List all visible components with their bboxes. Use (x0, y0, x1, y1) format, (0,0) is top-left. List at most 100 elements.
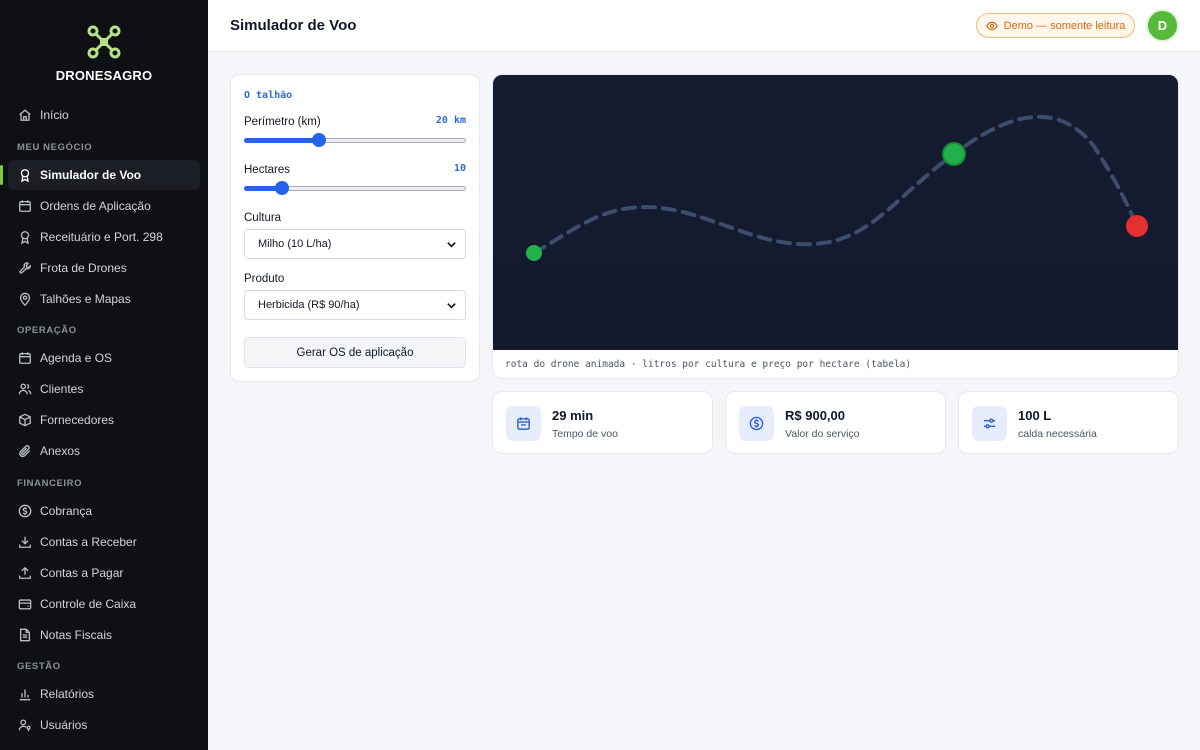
sidebar: DRONESAGRO Início MEU NEGÓCIO Simulador … (0, 0, 208, 750)
users-icon (18, 382, 32, 396)
panel-heading: O talhão (244, 90, 293, 101)
demo-badge-label: Demo — somente leitura (1003, 19, 1126, 32)
drone-position-marker (942, 142, 966, 166)
stat-card-service-value: R$ 900,00 Valor do serviço (725, 391, 946, 454)
section-label-operacao: OPERAÇÃO (17, 325, 77, 336)
topbar: Simulador de Voo Demo — somente leitura … (208, 0, 1200, 52)
produto-select[interactable]: Herbicida (R$ 90/ha) (244, 290, 466, 320)
eye-icon (985, 20, 998, 32)
cultura-select[interactable]: Milho (10 L/ha) (244, 229, 466, 259)
sidebar-item-receber[interactable]: Contas a Receber (8, 527, 200, 557)
sidebar-item-label: Simulador de Voo (40, 168, 142, 182)
upload-icon (18, 566, 32, 580)
sidebar-item-notas[interactable]: Notas Fiscais (8, 620, 200, 650)
map-pin-icon (18, 292, 32, 306)
sidebar-item-caixa[interactable]: Controle de Caixa (8, 589, 200, 619)
calendar-icon (506, 406, 541, 441)
sidebar-item-receituario[interactable]: Receituário e Port. 298 (8, 222, 200, 252)
calendar-icon (18, 351, 32, 365)
user-key-icon (18, 718, 32, 732)
paperclip-icon (18, 444, 32, 458)
route-end-marker (1126, 215, 1148, 237)
download-icon (18, 535, 32, 549)
stat-card-flight-time: 29 min Tempo de voo (492, 391, 713, 454)
section-label-gestao: GESTÃO (17, 661, 61, 672)
dollar-circle-icon (18, 504, 32, 518)
map-caption: rota do drone animada · litros por cultu… (505, 359, 912, 370)
generate-os-button[interactable]: Gerar OS de aplicação (244, 337, 466, 368)
sidebar-item-label: Contas a Receber (40, 535, 137, 549)
chevron-down-icon (447, 242, 456, 248)
sidebar-item-label: Ordens de Aplicação (40, 199, 151, 213)
sidebar-item-inicio[interactable]: Início (8, 100, 200, 130)
sidebar-item-label: Usuários (40, 718, 88, 732)
sidebar-item-label: Clientes (40, 382, 84, 396)
slider-thumb[interactable] (274, 181, 289, 195)
map-background (493, 75, 1178, 350)
stat-value: R$ 900,00 (785, 408, 845, 423)
sidebar-item-label: Anexos (40, 444, 81, 458)
hectares-slider[interactable] (244, 181, 466, 195)
stat-label: calda necessária (1018, 428, 1097, 440)
page-title: Simulador de Voo (230, 17, 357, 34)
stat-value: 100 L (1018, 408, 1052, 423)
stat-card-spray-volume: 100 L calda necessária (958, 391, 1179, 454)
sidebar-item-label: Contas a Pagar (40, 566, 124, 580)
route-start-marker (526, 245, 542, 261)
sidebar-item-label: Notas Fiscais (40, 628, 113, 642)
demo-badge: Demo — somente leitura (976, 13, 1135, 38)
sidebar-item-pagar[interactable]: Contas a Pagar (8, 558, 200, 588)
sidebar-item-simulador[interactable]: Simulador de Voo (0, 160, 200, 190)
perimetro-value: 20 km (435, 115, 466, 126)
brand-name: DRONESAGRO (55, 68, 153, 83)
hectares-value: 10 (453, 163, 466, 174)
sidebar-item-relatorios[interactable]: Relatórios (8, 679, 200, 709)
stat-label: Tempo de voo (552, 428, 618, 440)
file-text-icon (18, 628, 32, 642)
drone-logo-icon (87, 25, 121, 59)
sidebar-item-label: Fornecedores (40, 413, 115, 427)
award-icon (18, 168, 32, 182)
sidebar-item-usuarios[interactable]: Usuários (8, 710, 200, 740)
produto-label: Produto (244, 273, 285, 285)
package-icon (18, 413, 32, 427)
hectares-label: Hectares (244, 164, 291, 176)
sidebar-item-fornecedores[interactable]: Fornecedores (8, 405, 200, 435)
route-map (493, 75, 1178, 350)
sidebar-item-label: Frota de Drones (40, 261, 127, 275)
sidebar-item-talhoes[interactable]: Talhões e Mapas (8, 284, 200, 314)
cultura-selected: Milho (10 L/ha) (258, 238, 332, 250)
route-map-card: rota do drone animada · litros por cultu… (492, 74, 1179, 379)
stat-value: 29 min (552, 408, 594, 423)
avatar[interactable]: D (1146, 9, 1179, 42)
home-icon (18, 108, 32, 122)
sidebar-item-label: Relatórios (40, 687, 95, 701)
slider-thumb[interactable] (312, 133, 327, 147)
award-icon (18, 230, 32, 244)
wallet-icon (18, 597, 32, 611)
perimetro-slider[interactable] (244, 133, 466, 147)
bar-chart-icon (18, 687, 32, 701)
brand[interactable]: DRONESAGRO (0, 24, 208, 83)
sidebar-item-label: Cobrança (40, 504, 93, 518)
sidebar-item-label: Talhões e Mapas (40, 292, 131, 306)
sidebar-item-agenda[interactable]: Agenda e OS (8, 343, 200, 373)
sidebar-item-ordens[interactable]: Ordens de Aplicação (8, 191, 200, 221)
section-label-meu-negocio: MEU NEGÓCIO (17, 142, 93, 153)
section-label-financeiro: FINANCEIRO (17, 478, 83, 489)
sidebar-item-label: Agenda e OS (40, 351, 113, 365)
dollar-icon (739, 406, 774, 441)
sidebar-item-anexos[interactable]: Anexos (8, 436, 200, 466)
slider-fill (244, 138, 320, 143)
field-panel: O talhão Perímetro (km) 20 km Hectares 1… (230, 74, 480, 382)
sidebar-item-label: Início (40, 108, 69, 122)
sidebar-item-cobranca[interactable]: Cobrança (8, 496, 200, 526)
sidebar-item-clientes[interactable]: Clientes (8, 374, 200, 404)
cultura-label: Cultura (244, 212, 282, 224)
sidebar-item-label: Receituário e Port. 298 (40, 230, 163, 244)
sidebar-item-frota[interactable]: Frota de Drones (8, 253, 200, 283)
stat-label: Valor do serviço (785, 428, 860, 440)
sliders-icon (972, 406, 1007, 441)
calendar-icon (18, 199, 32, 213)
perimetro-label: Perímetro (km) (244, 116, 321, 128)
